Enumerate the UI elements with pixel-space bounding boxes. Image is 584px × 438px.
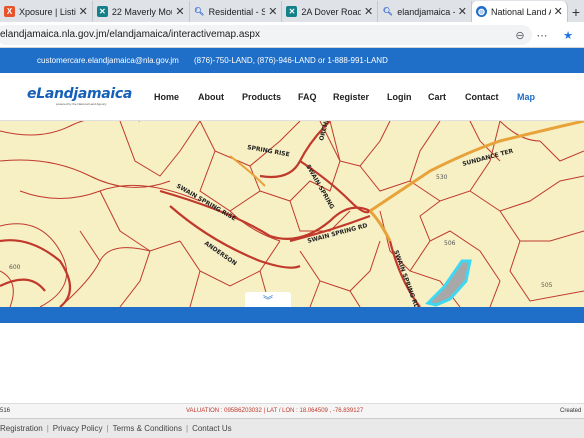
x-brand-icon: ✕: [96, 6, 108, 17]
nav-faq[interactable]: FAQ: [298, 92, 317, 102]
valuation-info: VALUATION : 095B6Z03032 | LAT / LON : 18…: [186, 408, 364, 414]
nav-register[interactable]: Register: [333, 92, 369, 102]
nav-home[interactable]: Home: [154, 92, 179, 102]
address-bar-row: elandjamaica.nla.gov.jm/elandjamaica/int…: [0, 22, 584, 48]
parcel-boundaries: [0, 121, 584, 307]
status-left: 516: [0, 408, 11, 414]
browser-tab-active[interactable]: ◍ National Land A ✕: [472, 1, 568, 22]
browser-tab[interactable]: 🔍︎ Residential - Sea ✕: [190, 1, 283, 22]
content-area: [0, 323, 584, 403]
search-icon: 🔍︎: [194, 7, 205, 16]
footer-link-registration[interactable]: Registration: [0, 424, 43, 433]
secondary-road: [229, 155, 266, 187]
footer-link-terms[interactable]: Terms & Conditions: [113, 424, 182, 433]
url-field[interactable]: elandjamaica.nla.gov.jm/elandjamaica/int…: [0, 25, 532, 45]
selected-parcel[interactable]: [425, 259, 472, 307]
contact-bar: customercare.elandjamaica@nla.gov.jm (87…: [0, 48, 584, 73]
zoom-icon[interactable]: ⊖: [512, 27, 528, 43]
status-right: Created: [560, 408, 582, 414]
tab-title: Residential - Sea: [208, 6, 266, 17]
new-tab-icon[interactable]: +: [568, 1, 584, 22]
nav-contact[interactable]: Contact: [465, 92, 499, 102]
main-navigation: eLandjamaica powered by the National Lan…: [0, 73, 584, 121]
parcel-number: 506: [444, 240, 456, 247]
road-label: ANDERSON: [203, 240, 238, 267]
nav-login[interactable]: Login: [387, 92, 412, 102]
road-network: [0, 121, 421, 307]
elandjamaica-logo[interactable]: eLandjamaica: [27, 86, 132, 102]
browser-tab-strip: X Xposure | Listin ✕ ✕ 22 Maverly Mou ✕ …: [0, 0, 584, 22]
close-tab-icon[interactable]: ✕: [554, 5, 563, 18]
interactive-map[interactable]: SPRING RISE ORCHID SUNDANCE TER SWAIN SP…: [0, 121, 584, 307]
road-label: SWAIN SPRING RD: [392, 249, 420, 307]
footer-link-contact[interactable]: Contact Us: [192, 424, 232, 433]
nav-about[interactable]: About: [198, 92, 224, 102]
close-tab-icon[interactable]: ✕: [175, 5, 184, 18]
parcel-number: 600: [9, 264, 21, 271]
contact-email[interactable]: customercare.elandjamaica@nla.gov.jm: [37, 56, 179, 65]
close-tab-icon[interactable]: ✕: [458, 5, 467, 18]
road-label: SPRING RISE: [247, 144, 290, 158]
logo-tagline: powered by the National Land Agency: [56, 102, 107, 106]
bookmark-star-icon[interactable]: ★: [560, 27, 576, 43]
parcel-number: 530: [436, 174, 448, 181]
x-brand-icon: ✕: [286, 6, 298, 17]
footer-link-privacy[interactable]: Privacy Policy: [53, 424, 103, 433]
parcel-map-canvas[interactable]: SPRING RISE ORCHID SUNDANCE TER SWAIN SP…: [0, 121, 584, 307]
tab-title: elandjamaica - S: [397, 6, 455, 17]
road-label: ORCHID: [318, 121, 332, 142]
globe-icon: ◍: [476, 6, 488, 17]
tab-title: 22 Maverly Mou: [111, 6, 173, 17]
tab-title: Xposure | Listin: [19, 6, 76, 17]
collapse-map-button[interactable]: ︾: [245, 292, 291, 307]
browser-tab[interactable]: ✕ 2A Dover Road ✕: [282, 1, 379, 22]
contact-phones: (876)-750-LAND, (876)-946-LAND or 1-888-…: [194, 56, 388, 65]
footer-separator: |: [46, 424, 49, 433]
close-tab-icon[interactable]: ✕: [79, 5, 88, 18]
chevron-double-down-icon: ︾: [263, 296, 273, 307]
tab-title: 2A Dover Road: [301, 6, 361, 17]
nav-cart[interactable]: Cart: [428, 92, 446, 102]
map-info-bar: [0, 307, 584, 323]
nav-map[interactable]: Map: [517, 92, 535, 102]
nav-products[interactable]: Products: [242, 92, 281, 102]
xposure-icon: X: [4, 6, 15, 17]
tab-title: National Land A: [491, 6, 551, 17]
footer-separator: |: [106, 424, 109, 433]
road-label: SWAIN SPRING: [304, 164, 335, 211]
close-tab-icon[interactable]: ✕: [268, 5, 277, 18]
search-icon: 🔍︎: [382, 7, 393, 16]
parcel-number: 505: [541, 282, 553, 289]
footer-links: Registration | Privacy Policy | Terms & …: [0, 418, 584, 438]
browser-tab[interactable]: 🔍︎ elandjamaica - S ✕: [378, 1, 473, 22]
road-label: SUNDANCE TER: [462, 148, 515, 168]
more-options-icon[interactable]: ⋯: [534, 27, 550, 43]
status-line: 516 VALUATION : 095B6Z03032 | LAT / LON …: [0, 403, 584, 418]
close-tab-icon[interactable]: ✕: [364, 5, 373, 18]
footer-separator: |: [186, 424, 189, 433]
browser-tab[interactable]: X Xposure | Listin ✕: [0, 1, 93, 22]
browser-tab[interactable]: ✕ 22 Maverly Mou ✕: [93, 1, 190, 22]
